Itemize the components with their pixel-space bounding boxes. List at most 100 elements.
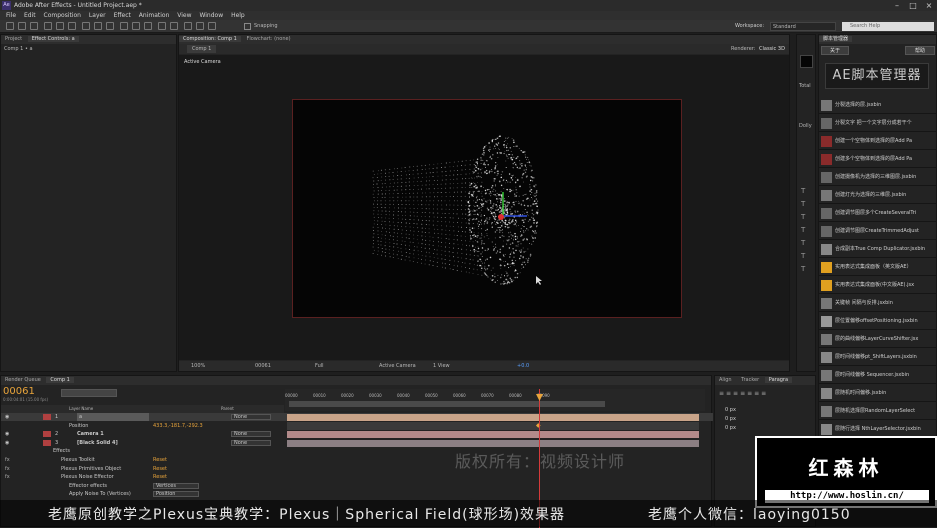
zoom-select[interactable]: 100% <box>191 361 205 371</box>
brush-tool-icon[interactable] <box>120 22 128 30</box>
script-item[interactable]: 实用表达式集成面板(中文版AE).jsx <box>819 277 937 294</box>
resolution-select[interactable]: Full <box>315 361 324 371</box>
layer-clip-bar[interactable] <box>287 439 699 447</box>
fx-icon[interactable]: fx <box>5 456 10 464</box>
mouse-cursor-icon[interactable] <box>536 276 542 285</box>
menu-animation[interactable]: Animation <box>139 12 170 19</box>
tab-paragraph[interactable]: Paragra <box>764 377 793 383</box>
layer-name[interactable]: [Black Solid 4] <box>77 439 118 447</box>
script-item[interactable]: 创建调节图层多个CreateSeveralTri <box>819 205 937 222</box>
script-item[interactable]: 创建摄像机为选择的三维图层.jsxbin <box>819 169 937 186</box>
maximize-icon[interactable]: □ <box>905 0 921 11</box>
table-row[interactable]: ◉ 3 [Black Solid 4] None <box>1 439 713 447</box>
script-item[interactable]: 合成副本True Comp Duplicator.jsxbin <box>819 241 937 258</box>
footer-timecode[interactable]: 00061 <box>255 361 271 371</box>
roto-brush-tool-icon[interactable] <box>158 22 166 30</box>
eye-icon[interactable]: ◉ <box>5 430 9 438</box>
menu-layer[interactable]: Layer <box>89 12 106 19</box>
paragraph-indents[interactable]: 0 px 0 px 0 px <box>725 406 736 433</box>
tab-align[interactable]: Align <box>715 377 736 383</box>
camera-tool-icon[interactable] <box>56 22 64 30</box>
local-axis-icon[interactable] <box>184 22 192 30</box>
menu-help[interactable]: Help <box>231 12 245 19</box>
script-item[interactable]: 创建一个空物体到选择的层Add Pa <box>819 133 937 150</box>
tab-tracker[interactable]: Tracker <box>737 377 763 383</box>
timecode-display[interactable]: 00061 0:00:04:01 (15.00 fps) <box>3 386 57 404</box>
menu-window[interactable]: Window <box>199 12 223 19</box>
camera-select[interactable]: Active Camera <box>379 361 416 371</box>
label-color-icon[interactable] <box>43 439 51 446</box>
indent-first-value[interactable]: 0 px <box>725 415 736 424</box>
comp-1-tab[interactable]: Comp 1 <box>187 45 217 53</box>
menu-composition[interactable]: Composition <box>44 12 81 19</box>
script-item[interactable]: 层位置偏移offsetPositioning.jsxbin <box>819 313 937 330</box>
menu-edit[interactable]: Edit <box>24 12 36 19</box>
hand-tool-icon[interactable] <box>18 22 26 30</box>
tab-project[interactable]: Project <box>1 36 26 42</box>
tab-composition[interactable]: Composition: Comp 1 <box>179 36 241 42</box>
close-icon[interactable]: × <box>921 0 937 11</box>
timeline-search-input[interactable] <box>61 389 117 397</box>
label-color-icon[interactable] <box>43 414 51 420</box>
indent-left-value[interactable]: 0 px <box>725 406 736 415</box>
exposure-value[interactable]: +0.0 <box>517 361 529 371</box>
effect-reset-link[interactable]: Reset <box>153 465 167 473</box>
clone-stamp-tool-icon[interactable] <box>132 22 140 30</box>
time-ruler[interactable]: 00000 00010 00020 00030 00040 00050 00060 00070… <box>285 389 705 411</box>
minimize-icon[interactable]: – <box>889 0 905 11</box>
eraser-tool-icon[interactable] <box>144 22 152 30</box>
help-button[interactable]: 帮助 <box>905 46 935 55</box>
script-item[interactable]: 创建调节图层CreateTrimmedAdjust <box>819 223 937 240</box>
eye-icon[interactable]: ◉ <box>5 413 9 421</box>
mask-tool-icon[interactable] <box>82 22 90 30</box>
menu-view[interactable]: View <box>177 12 191 19</box>
space-before-value[interactable]: 0 px <box>725 424 736 433</box>
tab-flowchart[interactable]: Flowchart: (none) <box>242 36 294 42</box>
eye-icon[interactable]: ◉ <box>5 439 9 447</box>
script-item[interactable]: 层随机时间偏移.jsxbin <box>819 385 937 402</box>
parent-select[interactable]: None <box>231 439 271 446</box>
zoom-tool-icon[interactable] <box>30 22 38 30</box>
puppet-tool-icon[interactable] <box>170 22 178 30</box>
search-help-input[interactable]: Search Help <box>842 22 934 31</box>
script-item[interactable]: 分裂选择的层.jsxbin <box>819 97 937 114</box>
text-tool-icons[interactable]: TTTTTTT <box>801 185 805 276</box>
fx-icon[interactable]: fx <box>5 473 10 481</box>
script-item[interactable]: 层时间线偏移 Sequencer.jsxbin <box>819 367 937 384</box>
script-item[interactable]: 层的曲线偏移LayerCurveShifter.jsx <box>819 331 937 348</box>
script-item[interactable]: 创建多个空物体到选择的层Add Pa <box>819 151 937 168</box>
layer-name[interactable]: a <box>77 413 149 421</box>
menu-effect[interactable]: Effect <box>114 12 131 19</box>
pan-behind-tool-icon[interactable] <box>68 22 76 30</box>
layer-clip-bar[interactable] <box>287 414 699 421</box>
about-button[interactable]: 关于 <box>821 46 849 55</box>
selection-tool-icon[interactable] <box>6 22 14 30</box>
effect-property-select[interactable]: Vertices <box>153 482 199 489</box>
script-item[interactable]: 分裂文字 把一个文字层分成若干个 <box>819 115 937 132</box>
tab-script-manager[interactable]: 脚本管理器 <box>819 36 853 42</box>
menu-file[interactable]: File <box>6 12 16 19</box>
work-area-bar[interactable] <box>289 401 605 407</box>
type-tool-icon[interactable] <box>106 22 114 30</box>
workspace-select[interactable]: Standard <box>770 22 836 31</box>
label-color-icon[interactable] <box>43 431 51 438</box>
paragraph-align-icons[interactable]: ≡≡≡≡≡≡≡ <box>719 390 768 397</box>
renderer-value[interactable]: Classic 3D <box>759 46 785 52</box>
layer-clip-bar[interactable] <box>287 431 699 439</box>
script-item[interactable]: 层随机选择层RandomLayerSelect <box>819 403 937 420</box>
position-value[interactable]: 433.3,-181.7,-292.3 <box>153 422 203 430</box>
x-axis-gizmo[interactable] <box>498 214 504 220</box>
world-axis-icon[interactable] <box>196 22 204 30</box>
rotate-tool-icon[interactable] <box>44 22 52 30</box>
parent-select[interactable]: None <box>231 431 271 438</box>
snapping-checkbox[interactable] <box>244 23 251 30</box>
effect-property-row[interactable]: Effector effects Vertices <box>1 482 713 490</box>
effect-row[interactable]: fx Plexus Noise Effector Reset <box>1 473 713 481</box>
table-row[interactable]: ◉ 1 a None <box>1 413 713 421</box>
effect-reset-link[interactable]: Reset <box>153 473 167 481</box>
script-item[interactable]: 实用表达式集成面板（英文版AE） <box>819 259 937 276</box>
layer-name[interactable]: Camera 1 <box>77 430 104 438</box>
pen-tool-icon[interactable] <box>94 22 102 30</box>
tab-comp-1[interactable]: Comp 1 <box>46 377 74 383</box>
views-select[interactable]: 1 View <box>433 361 450 371</box>
